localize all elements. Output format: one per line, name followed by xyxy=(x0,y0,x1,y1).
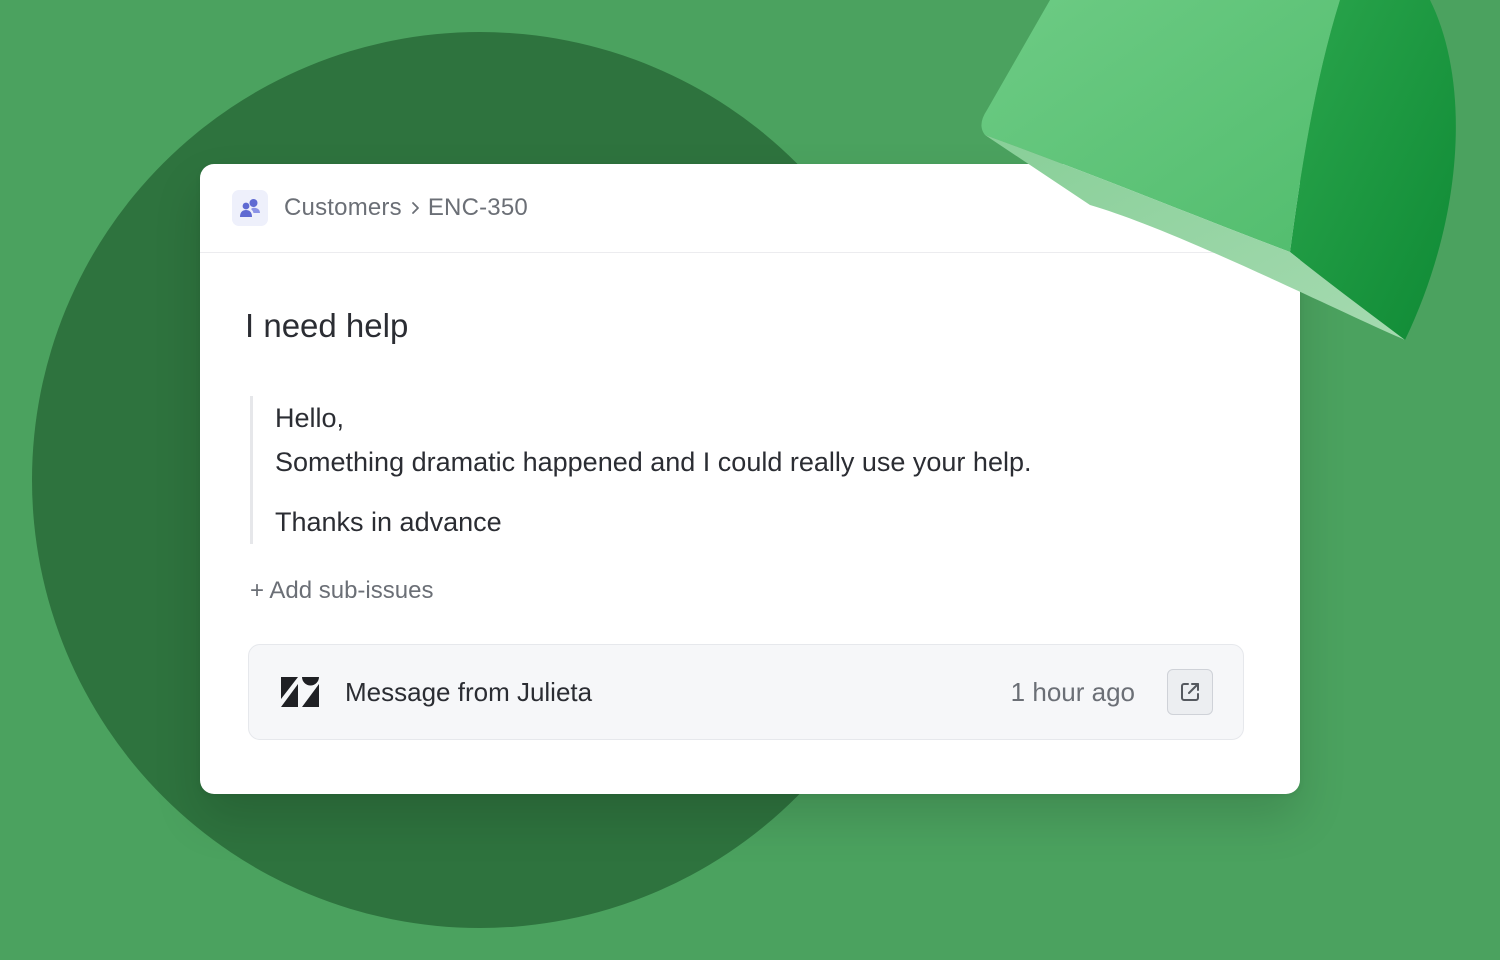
customers-team-icon[interactable] xyxy=(232,190,268,226)
attachment-timestamp: 1 hour ago xyxy=(1010,676,1135,707)
zendesk-attachment[interactable]: Message from Julieta 1 hour ago xyxy=(248,644,1244,740)
issue-description-quote[interactable]: Hello, Something dramatic happened and I… xyxy=(250,396,1230,544)
chevron-right-icon xyxy=(410,201,420,215)
quote-signoff: Thanks in advance xyxy=(275,507,502,537)
issue-title[interactable]: I need help xyxy=(245,306,408,346)
open-external-button[interactable] xyxy=(1167,669,1213,715)
external-link-icon xyxy=(1181,683,1199,701)
decorative-green-shape xyxy=(981,0,1456,340)
attachment-title: Message from Julieta xyxy=(345,676,593,707)
zendesk-icon xyxy=(281,677,319,707)
quote-greeting: Hello, xyxy=(275,403,345,433)
breadcrumb-team[interactable]: Customers xyxy=(284,194,402,222)
add-sub-issues-button[interactable]: + Add sub-issues xyxy=(250,574,433,608)
breadcrumb-issue-id[interactable]: ENC-350 xyxy=(428,194,528,222)
quote-body: Something dramatic happened and I could … xyxy=(275,447,1032,477)
